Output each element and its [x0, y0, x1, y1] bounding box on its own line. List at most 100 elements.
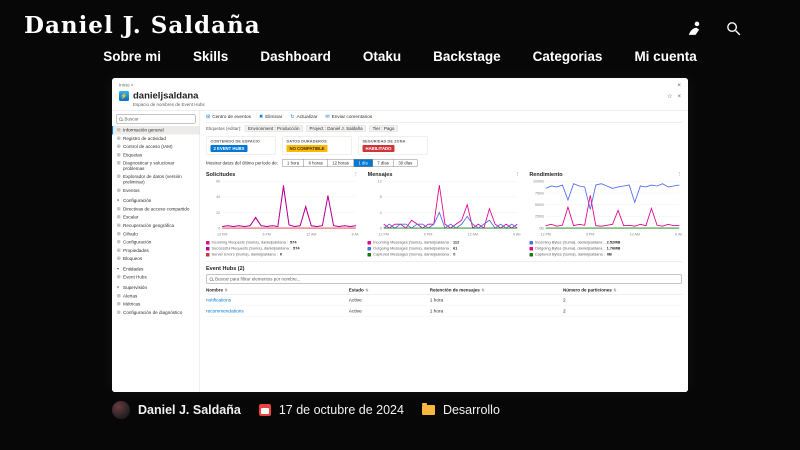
breadcrumb-separator: > [131, 82, 134, 87]
tag-environment[interactable]: Environment : Producción [245, 125, 304, 132]
chart-solicitudes[interactable]: Solicitudes⋮ 604020012 PM6 PM12 AM6 AM I… [206, 171, 359, 258]
nav-backstage[interactable]: Backstage [433, 49, 501, 64]
tag-project[interactable]: Project : Daniel J. Saldaña [306, 125, 366, 132]
sidebar-item-propiedades[interactable]: Propiedades [112, 246, 200, 254]
breadcrumb-home[interactable]: Inicio [119, 82, 130, 87]
nav-mi-cuenta[interactable]: Mi cuenta [634, 49, 696, 64]
time-range-30-dias[interactable]: 30 días [394, 160, 417, 167]
sidebar-item-label: Event Hubs [123, 275, 147, 280]
chart-mensajes[interactable]: Mensajes⋮ 1284012 PM6 PM12 AM6 AM Incomi… [368, 171, 521, 258]
sidebar-item-bloqueos[interactable]: Bloqueos [112, 255, 200, 263]
event-hubs-filter-input[interactable]: Buscar para filtrar elementos por nombre… [206, 275, 682, 284]
tag-tier[interactable]: Tier : Pago [369, 125, 398, 132]
iam-icon [117, 145, 121, 149]
time-range-12-horas[interactable]: 12 horas [328, 160, 354, 167]
calendar-icon [259, 404, 271, 416]
event-hub-link[interactable]: recommendations [206, 309, 349, 315]
folder-icon [422, 405, 435, 415]
event-hub-link[interactable]: notifications [206, 298, 349, 304]
azure-portal: Inicio > × ⚡ danieljsaldana ☆ × Espacio … [112, 78, 688, 392]
sidebar-item-etiquetas[interactable]: Etiquetas [112, 151, 200, 159]
close-blade-icon[interactable]: × [677, 81, 681, 89]
sidebar-item-registro-actividad[interactable]: Registro de actividad [112, 134, 200, 142]
refresh-button[interactable]: ↻Actualizar [290, 114, 317, 120]
legend-swatch [529, 247, 533, 251]
nav-sobre-mi[interactable]: Sobre mi [103, 49, 161, 64]
locks-icon [117, 257, 121, 261]
sidebar-item-event-hubs[interactable]: Event Hubs [112, 273, 200, 281]
event-hub-namespace-icon: ⚡ [119, 91, 129, 101]
legend-swatch [529, 241, 533, 245]
table-header-row: Nombre⇅ Estado⇅ Retención de mensajes⇅ N… [206, 286, 682, 296]
command-label: Actualizar [297, 114, 318, 120]
time-range-picker: 1 hora 6 horas 12 horas 1 día 7 días 30 … [282, 159, 417, 167]
svg-text:8: 8 [380, 195, 382, 199]
delete-button[interactable]: ✖Eliminar [259, 114, 282, 120]
sidebar-item-metricas[interactable]: Métricas [112, 300, 200, 308]
post-category[interactable]: Desarrollo [443, 403, 500, 417]
close-icon[interactable]: × [677, 93, 681, 100]
time-range-1-hora[interactable]: 1 hora [283, 160, 305, 167]
chart-plot: 604020012 PM6 PM12 AM6 AM [206, 178, 359, 239]
time-range-1-dia[interactable]: 1 día [354, 160, 373, 167]
filter-placeholder: Buscar para filtrar elementos por nombre… [215, 277, 301, 282]
nav-otaku[interactable]: Otaku [363, 49, 401, 64]
col-estado[interactable]: Estado⇅ [349, 288, 430, 293]
chart-menu-icon[interactable]: ⋮ [676, 171, 682, 178]
svg-text:40: 40 [216, 195, 220, 199]
chart-rendimiento[interactable]: Rendimiento⋮ 100KB75KB50KB25KB0B12 PM6 P… [529, 171, 682, 258]
avatar[interactable] [112, 401, 130, 419]
sidebar-item-cifrado[interactable]: Cifrado [112, 230, 200, 238]
sidebar-item-config-diagnostico[interactable]: Configuración de diagnóstico [112, 308, 200, 316]
col-retencion[interactable]: Retención de mensajes⇅ [430, 288, 563, 293]
profile-icon[interactable] [686, 20, 703, 42]
sidebar-item-diagnosticar[interactable]: Diagnosticar y solucionar problemas [112, 159, 200, 173]
chevron-down-icon: ▾ [117, 266, 121, 271]
sidebar-item-informacion-general[interactable]: Información general [112, 126, 200, 134]
sidebar-item-alertas[interactable]: Alertas [112, 292, 200, 300]
table-row-notifications[interactable]: notifications Active 1 hora 2 [206, 295, 682, 306]
sidebar-item-eventos[interactable]: Eventos [112, 186, 200, 194]
resource-menu: Buscar Información general Registro de a… [112, 111, 200, 393]
tags-label[interactable]: Etiquetas (editar): [206, 126, 242, 131]
sidebar-search-input[interactable]: Buscar [116, 115, 196, 124]
sidebar-item-escalar[interactable]: Escalar [112, 213, 200, 221]
chart-menu-icon[interactable]: ⋮ [353, 171, 359, 178]
chart-menu-icon[interactable]: ⋮ [515, 171, 521, 178]
col-particiones[interactable]: Número de particiones⇅ [563, 288, 682, 293]
encryption-icon [117, 232, 121, 236]
sidebar-group-supervision[interactable]: ▾Supervisión [112, 283, 200, 291]
svg-text:75KB: 75KB [535, 191, 544, 195]
command-bar: ⊞Centro de eventos ✖Eliminar ↻Actualizar… [206, 112, 682, 123]
sidebar-item-recuperacion-geografica[interactable]: Recuperación geográfica [112, 221, 200, 229]
col-nombre[interactable]: Nombre⇅ [206, 288, 349, 293]
sidebar-item-explorador-datos[interactable]: Explorador de datos (versión preliminar) [112, 173, 200, 187]
nav-dashboard[interactable]: Dashboard [260, 49, 331, 64]
sidebar-item-control-acceso[interactable]: Control de acceso (IAM) [112, 143, 200, 151]
sidebar-item-configuracion[interactable]: Configuración [112, 238, 200, 246]
search-icon[interactable] [725, 20, 742, 42]
sidebar-group-configuracion[interactable]: ▾Configuración [112, 197, 200, 205]
svg-text:100KB: 100KB [533, 180, 544, 184]
table-row-recommendations[interactable]: recommendations Active 1 hora 2 [206, 306, 682, 317]
post-date: 17 de octubre de 2024 [279, 403, 404, 417]
site-logo[interactable]: Daniel J. Saldaña [24, 12, 776, 39]
event-hub-button[interactable]: ⊞Centro de eventos [206, 114, 251, 120]
nav-categorias[interactable]: Categorias [533, 49, 603, 64]
alerts-icon [117, 294, 121, 298]
sidebar-group-entidades[interactable]: ▾Entidades [112, 265, 200, 273]
sidebar-item-label: Directivas de acceso compartido [123, 206, 189, 211]
time-range-6-horas[interactable]: 6 horas [304, 160, 328, 167]
time-range-7-dias[interactable]: 7 días [373, 160, 394, 167]
favorite-star-icon[interactable]: ☆ [667, 93, 672, 100]
sidebar-item-label: Control de acceso (IAM) [123, 144, 173, 149]
sidebar-item-directivas-acceso[interactable]: Directivas de acceso compartido [112, 205, 200, 213]
post-author[interactable]: Daniel J. Saldaña [138, 403, 241, 417]
feedback-button[interactable]: ✉Enviar comentarios [325, 114, 372, 120]
post-featured-image[interactable]: Inicio > × ⚡ danieljsaldana ☆ × Espacio … [112, 78, 688, 392]
sort-icon: ⇅ [613, 288, 616, 293]
geo-recovery-icon [117, 223, 121, 227]
diagnostic-settings-icon [117, 310, 121, 314]
legend-swatch [368, 247, 372, 251]
nav-skills[interactable]: Skills [193, 49, 228, 64]
